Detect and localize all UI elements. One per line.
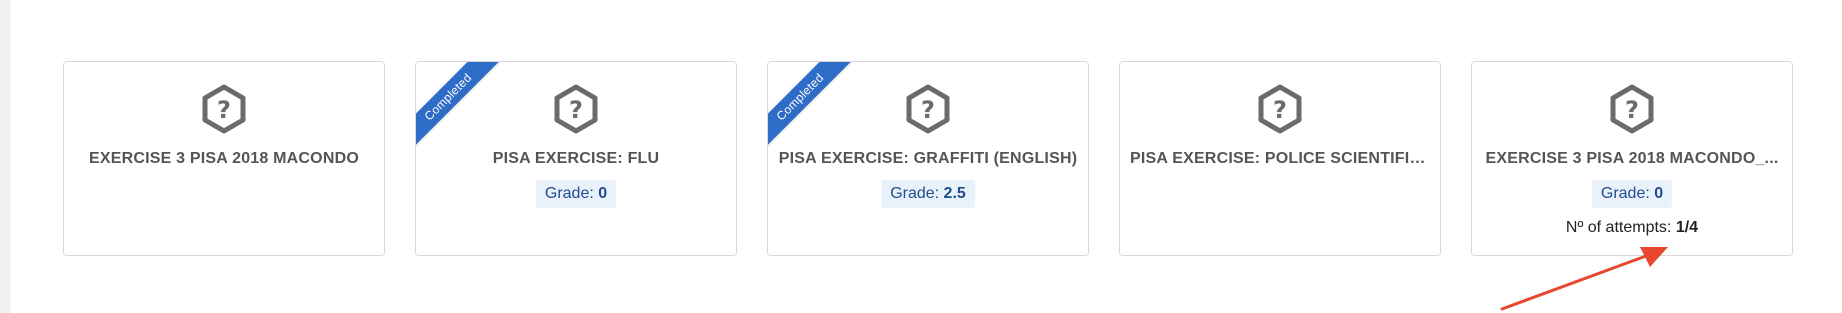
annotation-arrow-icon (1500, 247, 1668, 311)
exercise-card-grid: ? EXERCISE 3 PISA 2018 MACONDO Completed… (0, 61, 1842, 258)
grade-badge: Grade: 0 (535, 180, 617, 208)
attempts-label: Nº of attempts: (1565, 219, 1676, 236)
svg-text:?: ? (217, 96, 231, 124)
grade-value: 0 (598, 185, 608, 202)
exercise-title: EXERCISE 3 PISA 2018 MACONDO (89, 150, 359, 167)
grade-label: Grade: (890, 185, 944, 202)
svg-text:?: ? (569, 96, 583, 124)
attempts-value: 1/4 (1675, 219, 1699, 236)
exercise-card[interactable]: ? PISA EXERCISE: POLICE SCIENTIFIC... (1119, 61, 1441, 256)
exercise-card[interactable]: ? EXERCISE 3 PISA 2018 MACONDO_... Grade… (1471, 61, 1793, 256)
question-hexagon-icon: ? (202, 84, 246, 134)
grade-label: Grade: (544, 185, 599, 202)
svg-text:?: ? (1625, 96, 1639, 124)
svg-text:?: ? (921, 96, 935, 124)
svg-text:?: ? (1273, 96, 1287, 124)
attempts-count: Nº of attempts: 1/4 (1472, 219, 1792, 237)
exercise-card[interactable]: ? EXERCISE 3 PISA 2018 MACONDO (63, 61, 385, 256)
exercise-title: EXERCISE 3 PISA 2018 MACONDO_... (1485, 150, 1779, 167)
completed-ribbon: Completed (768, 62, 858, 155)
grade-value: 2.5 (943, 185, 966, 202)
exercise-card[interactable]: Completed ? PISA EXERCISE: GRAFFITI (ENG… (767, 61, 1089, 256)
grade-value: 0 (1654, 185, 1664, 202)
exercise-title: PISA EXERCISE: FLU (492, 150, 660, 167)
grade-badge: Grade: 2.5 (881, 180, 975, 208)
exercise-card[interactable]: Completed ? PISA EXERCISE: FLU Grade: 0 (415, 61, 737, 256)
question-hexagon-icon: ? (906, 84, 950, 134)
question-hexagon-icon: ? (1610, 84, 1654, 134)
question-hexagon-icon: ? (554, 84, 598, 134)
completed-ribbon: Completed (416, 62, 506, 155)
question-hexagon-icon: ? (1258, 84, 1302, 134)
exercise-title: PISA EXERCISE: POLICE SCIENTIFIC... (1130, 150, 1430, 167)
grade-label: Grade: (1600, 185, 1655, 202)
exercise-title: PISA EXERCISE: GRAFFITI (ENGLISH) (778, 150, 1078, 167)
grade-badge: Grade: 0 (1591, 180, 1673, 208)
